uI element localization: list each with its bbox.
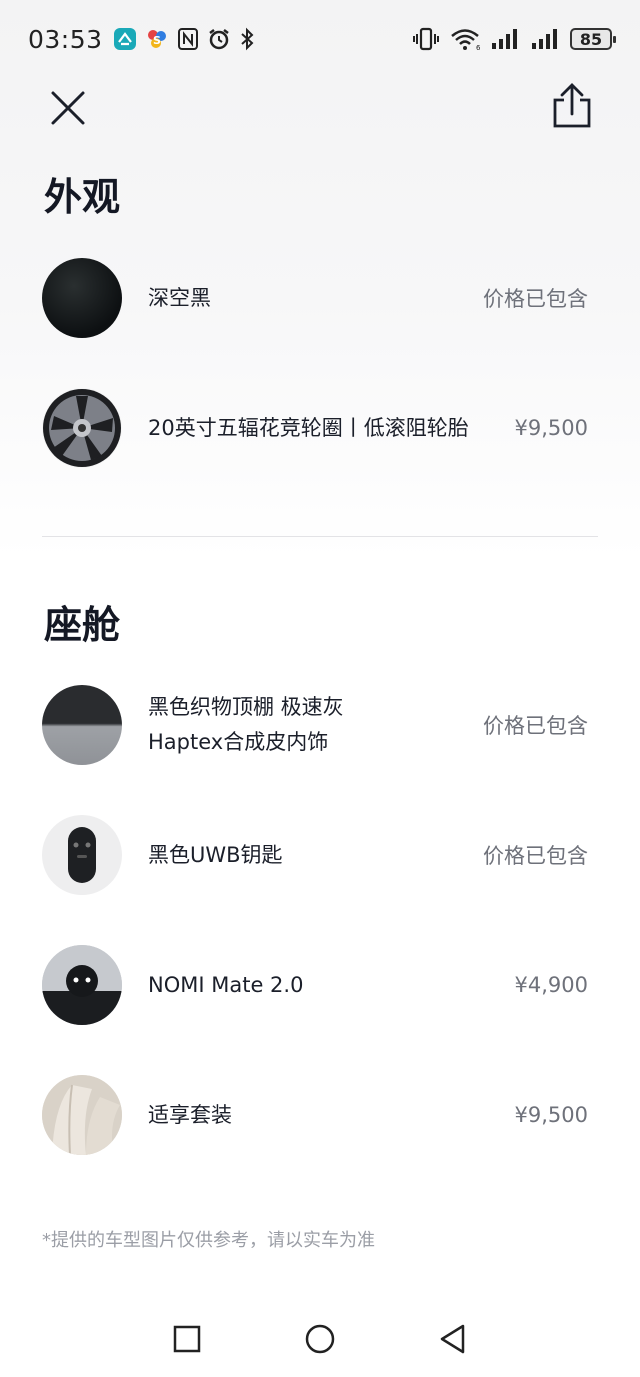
- square-icon: [173, 1325, 201, 1353]
- item-name: 适享套装: [148, 1102, 232, 1127]
- share-icon: [553, 83, 591, 128]
- home-button[interactable]: [303, 1322, 337, 1356]
- section-title-exterior: 外观: [44, 175, 121, 219]
- item-name: NOMI Mate 2.0: [148, 972, 304, 997]
- battery-indicator: 85: [570, 28, 616, 50]
- nio-app-icon: [113, 27, 137, 51]
- back-button[interactable]: [436, 1322, 470, 1356]
- list-item[interactable]: NOMI Mate 2.0 ¥4,900: [0, 935, 640, 1035]
- wheel-image-icon: [42, 388, 122, 468]
- list-item[interactable]: 黑色织物顶棚 极速灰Haptex合成皮内饰 价格已包含: [0, 675, 640, 775]
- system-nav-bar: [0, 1310, 640, 1377]
- list-item[interactable]: 20英寸五辐花竞轮圈丨低滚阻轮胎 ¥9,500: [0, 378, 640, 478]
- item-price: 价格已包含: [483, 287, 588, 311]
- svg-text:S: S: [153, 34, 161, 47]
- svg-text:6: 6: [476, 44, 480, 51]
- triangle-back-icon: [440, 1324, 465, 1354]
- signal-icon: [490, 27, 520, 51]
- list-item[interactable]: 黑色UWB钥匙 价格已包含: [0, 805, 640, 905]
- section-divider: [42, 536, 598, 537]
- list-item[interactable]: 深空黑 价格已包含: [0, 248, 640, 348]
- item-price: ¥9,500: [514, 1103, 588, 1127]
- share-app-icon: S: [145, 27, 169, 51]
- item-name: 黑色织物顶棚 极速灰Haptex合成皮内饰: [148, 695, 344, 754]
- seat-image-icon: [42, 1075, 122, 1155]
- key-image-icon: [42, 815, 122, 895]
- share-button[interactable]: [550, 82, 594, 130]
- top-action-bar: [0, 80, 640, 140]
- signal-icon-2: [530, 27, 560, 51]
- bluetooth-icon: [239, 27, 255, 51]
- item-price: ¥4,900: [514, 973, 588, 997]
- circle-icon: [305, 1324, 335, 1354]
- section-title-cabin: 座舱: [44, 603, 121, 647]
- item-price: ¥9,500: [514, 416, 588, 440]
- paint-swatch-icon: [42, 258, 122, 338]
- close-button[interactable]: [46, 86, 90, 130]
- item-name: 20英寸五辐花竞轮圈丨低滚阻轮胎: [148, 415, 469, 440]
- wifi-icon: 6: [450, 27, 480, 51]
- close-icon: [51, 91, 85, 125]
- recent-apps-button[interactable]: [170, 1322, 204, 1356]
- alarm-icon: [207, 27, 231, 51]
- nomi-image-icon: [42, 945, 122, 1025]
- nfc-icon: [177, 27, 199, 51]
- status-time: 03:53: [28, 24, 103, 54]
- vibrate-icon: [412, 27, 440, 51]
- disclaimer-text: *提供的车型图片仅供参考，请以实车为准: [42, 1230, 375, 1251]
- status-bar: 03:53 S 6 85: [0, 0, 640, 78]
- item-name: 黑色UWB钥匙: [148, 842, 283, 867]
- interior-swatch-icon: [42, 685, 122, 765]
- item-price: 价格已包含: [483, 844, 588, 868]
- item-price: 价格已包含: [483, 714, 588, 738]
- list-item[interactable]: 适享套装 ¥9,500: [0, 1065, 640, 1165]
- item-name: 深空黑: [148, 285, 211, 310]
